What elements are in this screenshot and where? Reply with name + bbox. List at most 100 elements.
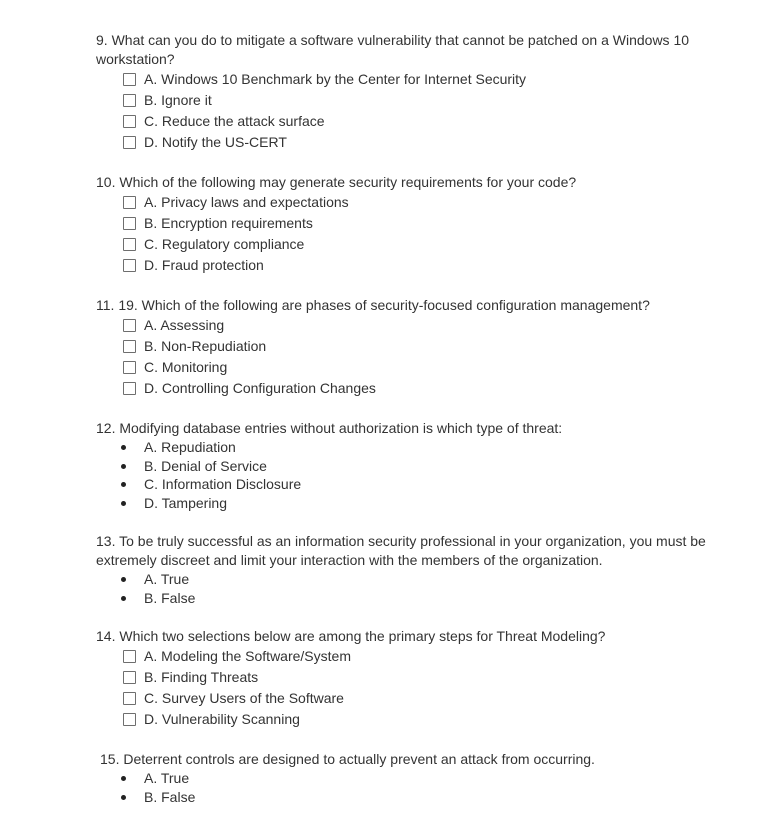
checkbox[interactable] bbox=[123, 136, 136, 149]
checkbox[interactable] bbox=[123, 650, 136, 663]
option-item[interactable]: B. Non-Repudiation bbox=[96, 336, 716, 357]
option-label: A. Repudiation bbox=[144, 439, 236, 455]
option-label: B. False bbox=[144, 788, 196, 805]
question-text: 19. Which of the following are phases of… bbox=[118, 297, 650, 313]
checkbox[interactable] bbox=[123, 361, 136, 374]
checkbox[interactable] bbox=[123, 259, 136, 272]
question-number: 14. bbox=[96, 628, 116, 644]
option-item[interactable]: D. Controlling Configuration Changes bbox=[96, 378, 716, 399]
checkbox[interactable] bbox=[123, 340, 136, 353]
option-item[interactable]: A. Windows 10 Benchmark by the Center fo… bbox=[96, 69, 716, 90]
option-item[interactable]: A. True bbox=[96, 769, 716, 788]
question-10: 10. Which of the following may generate … bbox=[96, 173, 716, 276]
options-list: A. Modeling the Software/System B. Findi… bbox=[96, 646, 716, 730]
option-label: C. Survey Users of the Software bbox=[144, 690, 344, 706]
option-item[interactable]: C. Reduce the attack surface bbox=[96, 111, 716, 132]
option-item[interactable]: B. Finding Threats bbox=[96, 667, 716, 688]
option-item[interactable]: A. Modeling the Software/System bbox=[96, 646, 716, 667]
bullet-icon bbox=[121, 463, 126, 469]
option-item[interactable]: C. Monitoring bbox=[96, 357, 716, 378]
question-text: What can you do to mitigate a software v… bbox=[96, 32, 690, 67]
checkbox[interactable] bbox=[123, 115, 136, 128]
option-item[interactable]: D. Fraud protection bbox=[96, 255, 716, 276]
option-item[interactable]: D. Tampering bbox=[96, 494, 716, 513]
question-14: 14. Which two selections below are among… bbox=[96, 627, 716, 730]
checkbox[interactable] bbox=[123, 73, 136, 86]
option-label: A. True bbox=[144, 571, 190, 587]
option-item[interactable]: B. False bbox=[96, 589, 716, 608]
question-9: 9. What can you do to mitigate a softwar… bbox=[96, 31, 716, 153]
bullet-icon bbox=[121, 482, 126, 487]
question-number: 12. bbox=[96, 420, 116, 436]
option-label: A. Privacy laws and expectations bbox=[144, 194, 349, 210]
options-list: A. Repudiation B. Denial of Service C. I… bbox=[96, 438, 716, 512]
checkbox[interactable] bbox=[123, 196, 136, 209]
option-label: A. Modeling the Software/System bbox=[144, 648, 351, 664]
question-text: To be truly successful as an information… bbox=[96, 533, 706, 568]
option-item[interactable]: A. Privacy laws and expectations bbox=[96, 192, 716, 213]
option-label: D. Vulnerability Scanning bbox=[144, 711, 300, 727]
question-number: 10. bbox=[96, 174, 116, 190]
question-text: Deterrent controls are designed to actua… bbox=[123, 751, 595, 767]
checkbox[interactable] bbox=[123, 382, 136, 395]
checkbox[interactable] bbox=[123, 94, 136, 107]
option-item[interactable]: A. True bbox=[96, 570, 716, 589]
bullet-icon bbox=[121, 445, 126, 450]
option-label: D. Fraud protection bbox=[144, 257, 264, 273]
option-label: D. Controlling Configuration Changes bbox=[144, 380, 376, 396]
checkbox[interactable] bbox=[123, 319, 136, 332]
option-label: D. Notify the US-CERT bbox=[144, 134, 287, 150]
option-item[interactable]: A. Repudiation bbox=[96, 438, 716, 457]
checkbox[interactable] bbox=[123, 713, 136, 726]
question-number: 9. bbox=[96, 32, 108, 48]
option-item[interactable]: A. Assessing bbox=[96, 315, 716, 336]
option-item[interactable]: B. Ignore it bbox=[96, 90, 716, 111]
option-item[interactable]: B. Denial of Service bbox=[96, 457, 716, 476]
question-text: Which of the following may generate secu… bbox=[119, 174, 577, 190]
option-label: B. Ignore it bbox=[144, 92, 212, 108]
option-item[interactable]: C. Regulatory compliance bbox=[96, 234, 716, 255]
bullet-icon bbox=[121, 776, 126, 781]
option-item[interactable]: C. Survey Users of the Software bbox=[96, 688, 716, 709]
checkbox[interactable] bbox=[123, 217, 136, 230]
options-list: A. True B. False bbox=[96, 769, 716, 806]
bullet-icon bbox=[121, 794, 126, 800]
question-number: 13. bbox=[96, 533, 116, 549]
option-item[interactable]: D. Notify the US-CERT bbox=[96, 132, 716, 153]
options-list: A. Assessing B. Non-Repudiation C. Monit… bbox=[96, 315, 716, 399]
option-label: C. Regulatory compliance bbox=[144, 236, 305, 252]
question-11: 11. 19. Which of the following are phase… bbox=[96, 296, 716, 399]
options-list: A. True B. False bbox=[96, 570, 716, 607]
option-item[interactable]: B. False bbox=[96, 788, 716, 807]
option-label: C. Information Disclosure bbox=[144, 476, 302, 492]
option-label: B. False bbox=[144, 589, 196, 606]
option-label: B. Non-Repudiation bbox=[144, 338, 267, 354]
question-text: Which two selections below are among the… bbox=[119, 628, 606, 644]
options-list: A. Windows 10 Benchmark by the Center fo… bbox=[96, 69, 716, 153]
option-item[interactable]: C. Information Disclosure bbox=[96, 475, 716, 494]
bullet-icon bbox=[121, 500, 126, 506]
option-label: A. Assessing bbox=[144, 317, 225, 333]
bullet-icon bbox=[121, 577, 126, 582]
question-12: 12. Modifying database entries without a… bbox=[96, 419, 716, 512]
quiz-document: 9. What can you do to mitigate a softwar… bbox=[96, 31, 716, 806]
option-label: B. Finding Threats bbox=[144, 669, 259, 685]
option-label: C. Reduce the attack surface bbox=[144, 113, 325, 129]
question-13: 13. To be truly successful as an informa… bbox=[96, 532, 716, 607]
question-number: 11. bbox=[96, 297, 115, 313]
checkbox[interactable] bbox=[123, 238, 136, 251]
option-item[interactable]: D. Vulnerability Scanning bbox=[96, 709, 716, 730]
option-item[interactable]: B. Encryption requirements bbox=[96, 213, 716, 234]
option-label: D. Tampering bbox=[144, 494, 228, 511]
option-label: B. Encryption requirements bbox=[144, 215, 313, 231]
checkbox[interactable] bbox=[123, 692, 136, 705]
checkbox[interactable] bbox=[123, 671, 136, 684]
bullet-icon bbox=[121, 595, 126, 601]
option-label: A. True bbox=[144, 770, 190, 786]
